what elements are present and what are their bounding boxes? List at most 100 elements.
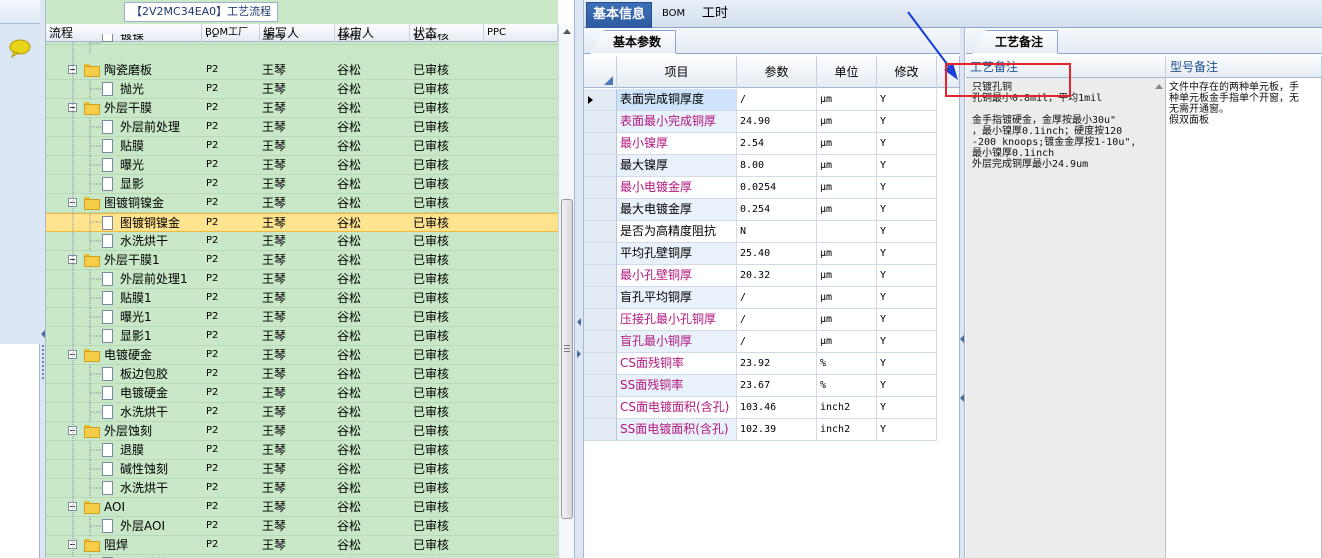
scroll-up-arrow-icon[interactable] xyxy=(1154,78,1164,558)
tree-row[interactable]: 显影1 P2 王琴 谷松 已审核 xyxy=(46,327,558,346)
collapse-toggle-icon[interactable] xyxy=(68,502,77,511)
row-indicator-icon[interactable] xyxy=(584,419,617,441)
tree-row[interactable]: 陶瓷磨板 P2 王琴 谷松 已审核 xyxy=(46,61,558,80)
tree-row[interactable]: 贴膜1 P2 王琴 谷松 已审核 xyxy=(46,289,558,308)
row-indicator-icon[interactable] xyxy=(584,199,617,221)
model-notes-cell[interactable]: 文件中存在的两种单元板，手 种单元板金手指单个开窗，无 无需开通窗。 假双面板 xyxy=(1166,78,1322,558)
param-cell-param[interactable]: 8.00 xyxy=(737,155,817,177)
row-indicator-icon[interactable] xyxy=(584,265,617,287)
param-cell-param[interactable]: / xyxy=(737,287,817,309)
param-cell-param[interactable]: 23.67 xyxy=(737,375,817,397)
tree-row[interactable]: 外层前处理1 P2 王琴 谷松 已审核 xyxy=(46,270,558,289)
row-indicator-icon[interactable] xyxy=(584,397,617,419)
param-cell-param[interactable]: 102.39 xyxy=(737,419,817,441)
tree-row[interactable]: 显影 P2 王琴 谷松 已审核 xyxy=(46,175,558,194)
tree-row[interactable]: 外层AOI P2 王琴 谷松 已审核 xyxy=(46,517,558,536)
tree-row[interactable]: 板边包胶 P2 王琴 谷松 已审核 xyxy=(46,365,558,384)
collapse-toggle-icon[interactable] xyxy=(68,426,77,435)
process-notes-cell[interactable]: 只镀孔铜 孔铜最小0.8mil，平均1mil 金手指镀硬金，金厚按最小30u" … xyxy=(966,78,1166,558)
col-item[interactable]: 项目 xyxy=(617,56,737,88)
param-row[interactable]: SS面电镀面积(含孔) 102.39 inch2 Y xyxy=(584,419,940,441)
right-splitter[interactable] xyxy=(960,28,965,558)
row-indicator-icon[interactable] xyxy=(584,89,617,111)
collapse-toggle-icon[interactable] xyxy=(68,65,77,74)
tree-scrollbar[interactable] xyxy=(558,24,575,558)
collapse-left-arrow-icon[interactable] xyxy=(960,394,964,402)
row-indicator-icon[interactable] xyxy=(584,309,617,331)
param-cell-param[interactable]: 25.40 xyxy=(737,243,817,265)
param-cell-param[interactable]: N xyxy=(737,221,817,243)
collapse-toggle-icon[interactable] xyxy=(68,350,77,359)
param-cell-param[interactable]: 24.90 xyxy=(737,111,817,133)
tree-row[interactable]: 电镀硬金 P2 王琴 谷松 已审核 xyxy=(46,384,558,403)
param-row[interactable]: 平均孔壁铜厚 25.40 μm Y xyxy=(584,243,940,265)
collapse-left-arrow-icon[interactable] xyxy=(41,330,45,338)
row-indicator-icon[interactable] xyxy=(584,243,617,265)
param-cell-param[interactable]: / xyxy=(737,89,817,111)
param-row[interactable]: CS面电镀面积(含孔) 103.46 inch2 Y xyxy=(584,397,940,419)
collapse-toggle-icon[interactable] xyxy=(68,103,77,112)
row-indicator-icon[interactable] xyxy=(584,287,617,309)
row-indicator-icon[interactable] xyxy=(584,331,617,353)
col-process-notes[interactable]: 工艺备注 xyxy=(966,56,1166,78)
param-row[interactable]: 盲孔最小铜厚 / μm Y xyxy=(584,331,940,353)
col-param[interactable]: 参数 xyxy=(737,56,817,88)
tree-row[interactable]: 图镀铜镍金 P2 王琴 谷松 已审核 xyxy=(46,213,558,232)
param-cell-param[interactable]: / xyxy=(737,309,817,331)
tab-basic-params[interactable]: 基本参数 xyxy=(590,30,677,54)
tree-row[interactable]: 镀镍 P2 王琴 谷松 已审核 xyxy=(46,34,558,45)
param-row[interactable]: CS面残铜率 23.92% Y xyxy=(584,353,940,375)
tree-row[interactable]: 曝光 P2 王琴 谷松 已审核 xyxy=(46,156,558,175)
scroll-thumb[interactable] xyxy=(561,199,573,519)
tree-row[interactable]: 外层蚀刻 P2 王琴 谷松 已审核 xyxy=(46,422,558,441)
param-cell-param[interactable]: 23.92 xyxy=(737,353,817,375)
collapse-left-arrow-icon[interactable] xyxy=(577,318,581,326)
param-row[interactable]: 表面最小完成铜厚 24.90 μm Y xyxy=(584,111,940,133)
param-cell-param[interactable]: 103.46 xyxy=(737,397,817,419)
row-indicator-icon[interactable] xyxy=(584,221,617,243)
chat-bubble-icon[interactable] xyxy=(8,38,32,58)
tree-row[interactable]: 抛光 P2 王琴 谷松 已审核 xyxy=(46,80,558,99)
col-modify[interactable]: 修改 xyxy=(877,56,937,88)
tree-row[interactable]: 阻焊 P2 王琴 谷松 已审核 xyxy=(46,536,558,555)
tab-process-notes[interactable]: 工艺备注 xyxy=(972,30,1059,54)
param-row[interactable]: 表面完成铜厚度 / μm Y xyxy=(584,89,940,111)
row-indicator-icon[interactable] xyxy=(584,375,617,397)
param-row[interactable]: SS面残铜率 23.67% Y xyxy=(584,375,940,397)
tree-row[interactable]: 电镀硬金 P2 王琴 谷松 已审核 xyxy=(46,346,558,365)
param-row[interactable]: 最小镍厚 2.54 μm Y xyxy=(584,133,940,155)
param-row[interactable]: 最大镍厚 8.00 μm Y xyxy=(584,155,940,177)
tab-work-hours[interactable]: 工时 xyxy=(696,2,734,28)
tree-row[interactable]: 外层前处理 P2 王琴 谷松 已审核 xyxy=(46,118,558,137)
param-row[interactable]: 最小电镀金厚 0.0254 μm Y xyxy=(584,177,940,199)
middle-splitter[interactable] xyxy=(574,0,584,558)
tree-row[interactable]: 外层干膜1 P2 王琴 谷松 已审核 xyxy=(46,251,558,270)
param-cell-param[interactable]: / xyxy=(737,331,817,353)
row-indicator-icon[interactable] xyxy=(584,111,617,133)
tab-bom[interactable]: BOM xyxy=(656,2,691,28)
param-row[interactable]: 是否为高精度阻抗 N Y xyxy=(584,221,940,243)
tree-row[interactable]: 贴膜 P2 王琴 谷松 已审核 xyxy=(46,137,558,156)
tree-row[interactable]: 碱性蚀刻 P2 王琴 谷松 已审核 xyxy=(46,460,558,479)
collapse-toggle-icon[interactable] xyxy=(68,198,77,207)
tree-row[interactable]: 水洗烘干 P2 王琴 谷松 已审核 xyxy=(46,232,558,251)
param-row[interactable]: 压接孔最小孔铜厚 / μm Y xyxy=(584,309,940,331)
tree-row[interactable]: 外层干膜 P2 王琴 谷松 已审核 xyxy=(46,99,558,118)
scroll-up-arrow-icon[interactable] xyxy=(559,24,575,40)
param-row[interactable]: 盲孔平均铜厚 / μm Y xyxy=(584,287,940,309)
param-row[interactable]: 最小孔壁铜厚 20.32 μm Y xyxy=(584,265,940,287)
tree-row[interactable]: 曝光1 P2 王琴 谷松 已审核 xyxy=(46,308,558,327)
tree-row[interactable]: 水洗烘干 P2 王琴 谷松 已审核 xyxy=(46,403,558,422)
param-cell-param[interactable]: 0.0254 xyxy=(737,177,817,199)
expand-right-arrow-icon[interactable] xyxy=(577,350,581,358)
collapse-toggle-icon[interactable] xyxy=(68,540,77,549)
param-cell-param[interactable]: 20.32 xyxy=(737,265,817,287)
collapse-left-arrow-icon[interactable] xyxy=(960,335,964,343)
tab-basic-info[interactable]: 基本信息 xyxy=(586,2,653,28)
row-indicator-icon[interactable] xyxy=(584,133,617,155)
param-row[interactable]: 最大电镀金厚 0.254 μm Y xyxy=(584,199,940,221)
row-indicator-icon[interactable] xyxy=(584,177,617,199)
tree-row[interactable]: 水洗烘干 P2 王琴 谷松 已审核 xyxy=(46,479,558,498)
param-cell-param[interactable]: 0.254 xyxy=(737,199,817,221)
col-model-notes[interactable]: 型号备注 xyxy=(1166,56,1322,78)
